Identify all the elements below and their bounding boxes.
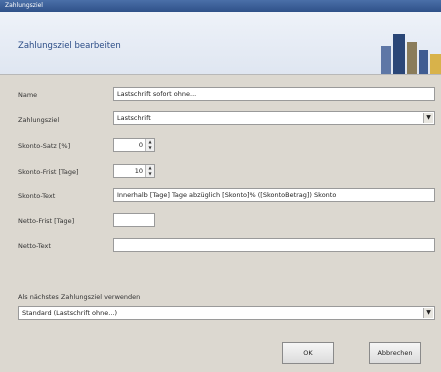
- discount-label: Skonto-Satz [%]: [18, 142, 71, 150]
- type-select[interactable]: Lastschrift ▼: [113, 111, 435, 125]
- discount-stepper[interactable]: 0 ▲ ▼: [113, 138, 155, 152]
- discount-value: 0: [138, 141, 143, 149]
- cancel-button[interactable]: Abbrechen: [369, 342, 421, 364]
- next-term-select[interactable]: Standard (Lastschrift ohne...) ▼: [18, 306, 435, 320]
- chevron-down-icon[interactable]: ▼: [423, 113, 433, 123]
- net-days-label: Netto-Frist [Tage]: [18, 217, 75, 225]
- type-label: Zahlungsziel: [18, 116, 60, 124]
- next-term-value: Standard (Lastschrift ohne...): [22, 309, 118, 317]
- next-term-label: Als nächstes Zahlungsziel verwenden: [18, 293, 141, 301]
- discount-text-input[interactable]: Innerhalb [Tage] Tage abzüglich [Skonto]…: [113, 188, 435, 202]
- discount-days-spin-buttons[interactable]: ▲ ▼: [145, 165, 154, 177]
- ok-button[interactable]: OK: [282, 342, 334, 364]
- discount-spin-buttons[interactable]: ▲ ▼: [145, 139, 154, 151]
- type-select-value: Lastschrift: [117, 114, 151, 122]
- chevron-down-icon[interactable]: ▼: [423, 308, 433, 318]
- title-bar: Zahlungsziel: [0, 0, 441, 12]
- discount-days-value: 10: [134, 167, 143, 175]
- net-text-label: Netto-Text: [18, 242, 51, 250]
- name-input[interactable]: Lastschrift sofort ohne...: [113, 87, 435, 101]
- city-skyline-icon: [381, 34, 441, 74]
- discount-days-label: Skonto-Frist [Tage]: [18, 168, 79, 176]
- page-title: Zahlungsziel bearbeiten: [18, 41, 121, 51]
- discount-days-stepper[interactable]: 10 ▲ ▼: [113, 164, 155, 178]
- dialog-header: Zahlungsziel bearbeiten: [0, 12, 441, 75]
- net-days-input[interactable]: [113, 213, 155, 227]
- name-label: Name: [18, 91, 38, 99]
- net-text-input[interactable]: [113, 238, 435, 252]
- dialog-window: Zahlungsziel Zahlungsziel bearbeiten Nam…: [0, 0, 441, 372]
- discount-text-label: Skonto-Text: [18, 192, 56, 200]
